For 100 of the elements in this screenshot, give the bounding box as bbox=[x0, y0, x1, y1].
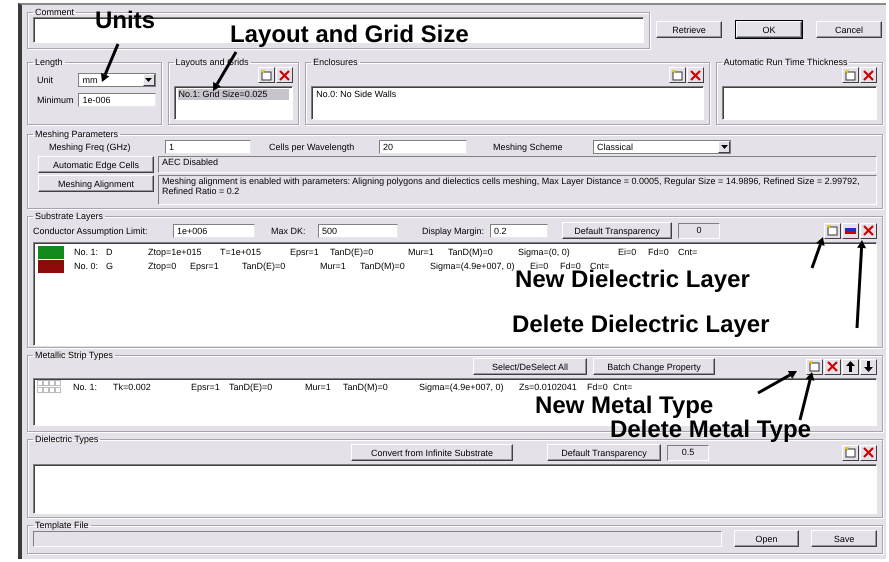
table-cell-text: Cnt= bbox=[613, 382, 634, 392]
file-path-field[interactable] bbox=[33, 530, 722, 546]
delete-button[interactable] bbox=[276, 67, 294, 83]
delete-button[interactable] bbox=[686, 67, 704, 83]
delete-icon bbox=[826, 360, 839, 373]
new-button[interactable] bbox=[842, 67, 859, 83]
table-cell-text: No. 1: bbox=[73, 382, 98, 392]
new-document-icon bbox=[826, 224, 839, 237]
input-field[interactable]: 1e+006 bbox=[173, 224, 255, 238]
callout-label: Delete Dielectric Layer bbox=[512, 312, 770, 338]
scheme-dropdown[interactable]: Classical bbox=[593, 140, 731, 154]
field-label: Cells per Wavelength bbox=[268, 142, 356, 152]
table-cell-text: Sigma=(4.9e+007, 0) bbox=[430, 261, 516, 271]
input-field[interactable]: 1e-006 bbox=[78, 93, 156, 107]
delete-button[interactable] bbox=[860, 222, 877, 238]
new-document-icon bbox=[260, 68, 274, 82]
table-cell-text: Cnt= bbox=[678, 247, 698, 257]
table-cell-text: D bbox=[106, 247, 114, 257]
status-text: Meshing alignment is enabled with parameters: Aligning polygons and dielectics cells meshing, Max Layer Distance = 0.0005, Regular Size = 14.9896, Refined Size = 2.99792, Refined Ratio = 0.2 bbox=[158, 175, 877, 205]
caret-icon bbox=[720, 145, 728, 149]
button[interactable]: OK bbox=[736, 21, 802, 38]
move-down-button[interactable] bbox=[860, 358, 877, 374]
group-label: Dielectric Types bbox=[34, 434, 100, 444]
table-cell-text: TanD(E)=0 bbox=[330, 247, 374, 257]
table-cell-text: TanD(E)=0 bbox=[229, 382, 274, 392]
input-field[interactable]: 20 bbox=[379, 140, 467, 154]
table-cell-text: No. 0: bbox=[74, 261, 100, 271]
button[interactable]: Batch Change Property bbox=[593, 358, 715, 375]
unit-dropdown[interactable]: mm bbox=[78, 73, 156, 87]
button[interactable]: Meshing Alignment bbox=[38, 175, 154, 192]
list-item[interactable]: No.0: No Side Walls bbox=[315, 89, 700, 100]
delete-icon bbox=[862, 68, 875, 82]
value-display: 0 bbox=[678, 222, 720, 238]
delete-button[interactable] bbox=[824, 358, 841, 374]
table-cell-text: Ei=0 bbox=[618, 247, 638, 257]
new-button[interactable] bbox=[258, 67, 276, 83]
button[interactable]: Cancel bbox=[816, 21, 882, 38]
new-button[interactable] bbox=[842, 444, 859, 460]
input-field[interactable]: 0.2 bbox=[490, 224, 548, 238]
new-button[interactable] bbox=[806, 358, 823, 374]
table-cell-text: Epsr=1 bbox=[190, 261, 220, 271]
status-text: AEC Disabled bbox=[158, 156, 877, 173]
table-cell-text: Fd=0 bbox=[560, 261, 581, 271]
callout-arrow bbox=[798, 372, 814, 420]
group-label: Comment bbox=[34, 7, 76, 17]
table-cell-text: Mur=1 bbox=[305, 382, 332, 392]
input-field[interactable]: 1 bbox=[165, 140, 251, 154]
group-label: Length bbox=[34, 57, 64, 67]
group-label: Metallic Strip Types bbox=[34, 350, 114, 360]
delete-icon bbox=[862, 446, 875, 459]
table-cell-text: TanD(M)=0 bbox=[343, 382, 389, 392]
delete-button[interactable] bbox=[860, 67, 877, 83]
table-cell-text: Mur=1 bbox=[320, 261, 347, 271]
table-cell-text: No. 1: bbox=[74, 247, 100, 257]
callout-arrow bbox=[810, 237, 825, 268]
table-cell-text: Zs=0.0102041 bbox=[519, 382, 578, 392]
button[interactable]: Save bbox=[811, 530, 877, 547]
table-cell-text: Epsr=1 bbox=[191, 382, 221, 392]
field-label: Conductor Assumption Limit: bbox=[33, 226, 149, 236]
new-document-icon bbox=[670, 68, 684, 82]
button[interactable]: Select/DeSelect All bbox=[473, 358, 587, 375]
list-item[interactable]: No.1: Grid Size=0.025 bbox=[178, 89, 290, 100]
group-label: Template File bbox=[34, 520, 90, 530]
caret-icon bbox=[145, 78, 152, 82]
value-display: 0.5 bbox=[667, 444, 709, 460]
button[interactable]: Default Transparency bbox=[547, 444, 661, 461]
input-field[interactable]: 500 bbox=[318, 224, 398, 238]
field-label: Meshing Freq (GHz) bbox=[48, 142, 132, 152]
table-cell-text: Cnt= bbox=[590, 261, 610, 271]
new-document-icon bbox=[844, 446, 857, 459]
callout-arrow bbox=[100, 43, 120, 82]
button[interactable]: Retrieve bbox=[656, 21, 722, 38]
group-label: Meshing Parameters bbox=[34, 129, 120, 139]
button[interactable]: Convert from Infinite Substrate bbox=[351, 444, 513, 461]
table-cell-text: Sigma=(0, 0) bbox=[518, 247, 571, 257]
move-up-button[interactable] bbox=[842, 358, 859, 374]
button[interactable]: Open bbox=[734, 530, 800, 547]
button[interactable]: Default Transparency bbox=[562, 222, 672, 239]
layer-button[interactable] bbox=[842, 222, 859, 238]
new-button[interactable] bbox=[824, 222, 841, 238]
table-cell-text: TanD(M)=0 bbox=[448, 247, 494, 257]
callout-label: New Dielectric Layer bbox=[515, 268, 750, 292]
table-cell-text: T=1e+015 bbox=[220, 247, 262, 257]
callout-arrow bbox=[757, 371, 797, 394]
table-cell-text: Ztop=0 bbox=[148, 261, 178, 271]
dropdown-value: Classical bbox=[597, 142, 634, 152]
new-button[interactable] bbox=[668, 67, 686, 83]
button[interactable]: Automatic Edge Cells bbox=[38, 156, 154, 173]
group-label: Enclosures bbox=[312, 57, 359, 67]
new-document-icon bbox=[844, 68, 857, 82]
dropdown-value: mm bbox=[82, 75, 98, 85]
table-cell-text: G bbox=[106, 261, 114, 271]
callout-label: Layout and Grid Size bbox=[230, 22, 469, 48]
table-cell-text: Tk=0.002 bbox=[113, 382, 152, 392]
delete-button[interactable] bbox=[860, 444, 877, 460]
field-label: Max DK: bbox=[270, 226, 307, 236]
group-label: Substrate Layers bbox=[34, 211, 104, 221]
group-label: Automatic Run Time Thickness bbox=[722, 57, 848, 67]
table-cell-text: Fd=0 bbox=[648, 247, 670, 257]
table-cell-text: TanD(E)=0 bbox=[242, 261, 286, 271]
